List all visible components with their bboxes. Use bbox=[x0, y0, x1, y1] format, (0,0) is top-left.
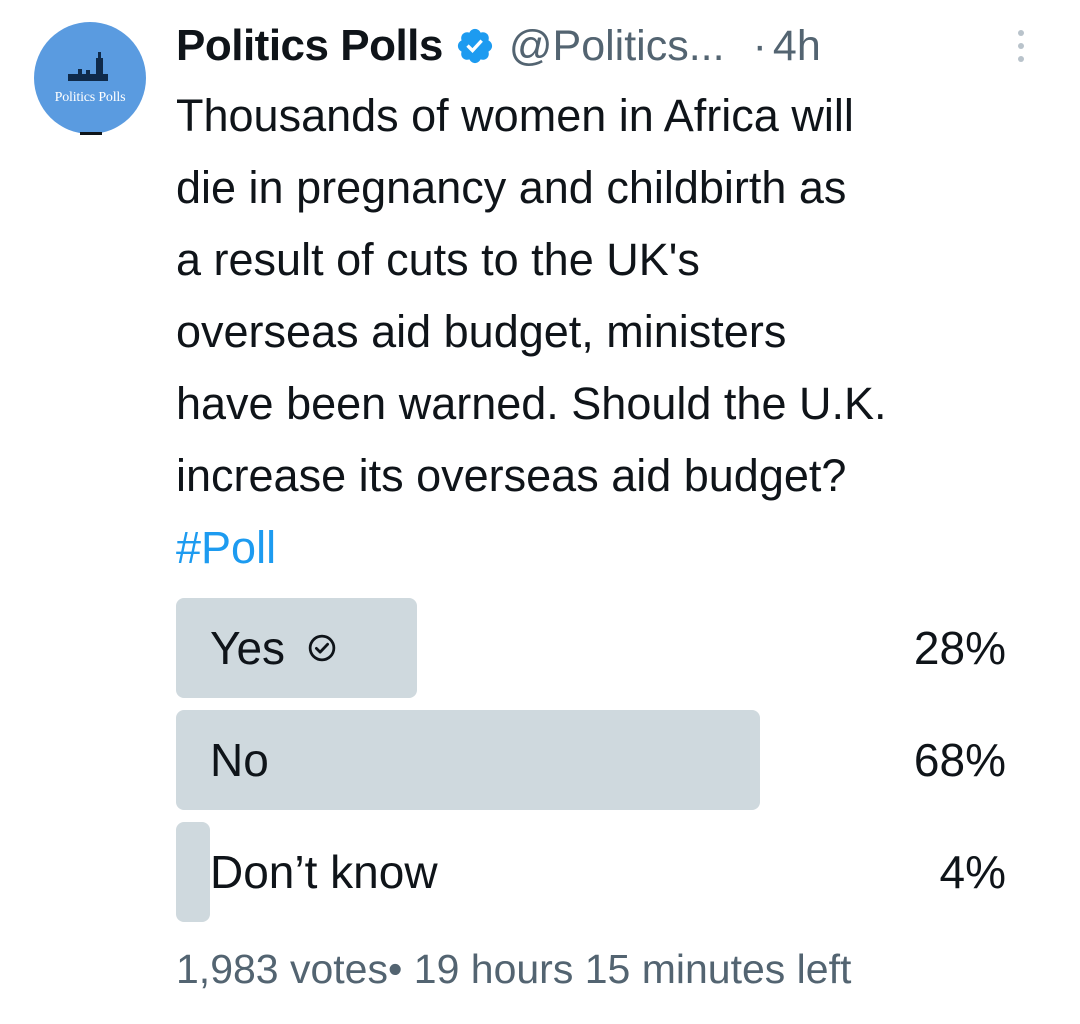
tweet-text-line: overseas aid budget, ministers bbox=[176, 306, 787, 357]
poll-option-label-container: Don’t know bbox=[210, 822, 438, 922]
poll-option-percent: 28% bbox=[913, 622, 1006, 674]
poll-option-label-container: No bbox=[210, 710, 269, 810]
display-name[interactable]: Politics Polls bbox=[176, 21, 443, 71]
timestamp[interactable]: 4h bbox=[773, 22, 821, 71]
avatar-label: Politics Polls bbox=[54, 90, 126, 105]
footer-separator: • bbox=[388, 946, 403, 992]
poll-footer: 1,983 votes• 19 hours 15 minutes left bbox=[176, 946, 851, 993]
time-left: 19 hours 15 minutes left bbox=[413, 946, 852, 992]
poll-option-percent: 4% bbox=[939, 846, 1006, 898]
user-handle[interactable]: @Politics... bbox=[509, 22, 725, 71]
tweet-text: Thousands of women in Africa will die in… bbox=[176, 80, 1056, 584]
thread-line bbox=[80, 132, 102, 135]
header-separator: · bbox=[752, 21, 767, 70]
tweet-text-line: Thousands of women in Africa will bbox=[176, 90, 854, 141]
poll-option-percent: 68% bbox=[913, 734, 1006, 786]
tweet-header: Politics Polls @Politics... · 4h bbox=[176, 16, 821, 76]
vote-count: 1,983 votes bbox=[176, 946, 388, 992]
poll-option-label: Yes bbox=[210, 622, 286, 674]
hashtag-link[interactable]: #Poll bbox=[176, 522, 276, 573]
verified-badge-icon[interactable] bbox=[455, 26, 495, 66]
tweet-text-line: have been warned. Should the U.K. bbox=[176, 378, 887, 429]
poll-option-label: No bbox=[210, 734, 269, 786]
poll-bar bbox=[176, 822, 210, 922]
poll-option-yes: Yes 28% bbox=[176, 598, 1006, 698]
parliament-logo-icon bbox=[68, 52, 108, 81]
more-vertical-icon[interactable] bbox=[1016, 28, 1026, 64]
tweet-text-line: die in pregnancy and childbirth as bbox=[176, 162, 847, 213]
check-circle-icon bbox=[308, 634, 336, 662]
avatar[interactable]: Politics Polls bbox=[34, 22, 146, 134]
tweet-text-line: a result of cuts to the UK's bbox=[176, 234, 700, 285]
tweet-text-line: increase its overseas aid budget? bbox=[176, 450, 847, 501]
poll-option-label-container: Yes bbox=[210, 598, 337, 698]
poll-option-dont-know: Don’t know 4% bbox=[176, 822, 1006, 922]
poll-option-label: Don’t know bbox=[210, 846, 438, 898]
poll-option-no: No 68% bbox=[176, 710, 1006, 810]
